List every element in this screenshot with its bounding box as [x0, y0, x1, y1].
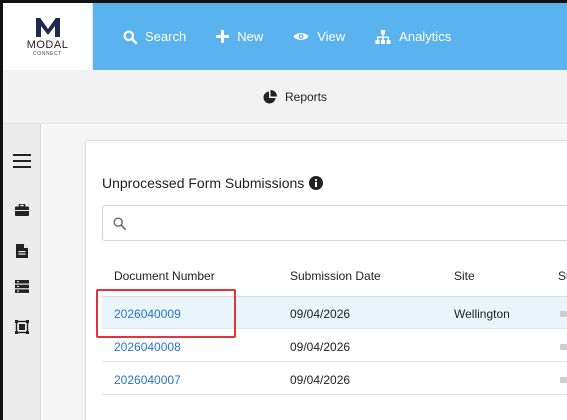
reports-label: Reports [284, 89, 328, 104]
main-nav: Search New View Analytics [93, 3, 567, 70]
sidebar-menu-toggle[interactable] [3, 154, 41, 168]
top-header: MODAL CONNECT Search New View Analytics [3, 3, 567, 70]
nav-view-label: View [317, 29, 346, 44]
document-number-link[interactable]: 2026040008 [114, 340, 181, 354]
plus-icon [216, 30, 230, 43]
table-row[interactable]: 2026040009 09/04/2026 Wellington [102, 297, 567, 329]
briefcase-icon [15, 204, 29, 216]
eye-icon [293, 33, 309, 40]
column-header-document-number[interactable]: Document Number [114, 269, 215, 283]
logo[interactable]: MODAL CONNECT [3, 3, 93, 70]
sitemap-icon [375, 29, 391, 44]
panel-title: Unprocessed Form Submissions [102, 175, 324, 191]
sub-toolbar: Reports [3, 70, 567, 124]
pie-chart-icon [263, 89, 277, 103]
frame-icon [15, 320, 29, 334]
info-icon[interactable] [309, 176, 324, 190]
document-number-link[interactable]: 2026040009 [114, 307, 181, 321]
list-icon [15, 280, 29, 293]
panel-title-text: Unprocessed Form Submissions [102, 175, 305, 191]
nav-search[interactable]: Search [123, 29, 186, 44]
column-header-submission-date[interactable]: Submission Date [290, 269, 381, 283]
modal-logo-icon [35, 17, 60, 37]
window-border-left [0, 0, 3, 420]
search-icon [113, 216, 126, 230]
redacted-submitter [560, 377, 567, 383]
submission-date: 09/04/2026 [290, 307, 351, 321]
nav-search-label: Search [145, 29, 187, 44]
left-sidebar [3, 124, 41, 420]
logo-subtitle: CONNECT [33, 51, 62, 57]
nav-new-label: New [237, 29, 264, 44]
table-row[interactable]: 2026040007 09/04/2026 [102, 363, 567, 395]
nav-analytics[interactable]: Analytics [375, 29, 451, 44]
window-border-top [0, 0, 567, 3]
sidebar-item-briefcase[interactable] [3, 204, 41, 216]
table-row[interactable]: 2026040008 09/04/2026 [102, 330, 567, 362]
main-content: Unprocessed Form Submissions Document Nu… [42, 125, 567, 420]
search-input[interactable] [134, 215, 554, 231]
hamburger-menu-icon [13, 154, 31, 168]
sidebar-item-frame[interactable] [3, 320, 41, 334]
app-window: MODAL CONNECT Search New View Analytics [0, 0, 567, 420]
document-icon [16, 244, 28, 258]
redacted-submitter [560, 311, 567, 317]
document-number-link[interactable]: 2026040007 [114, 373, 181, 387]
search-box[interactable] [102, 205, 567, 241]
site-name: Wellington [454, 307, 510, 321]
column-header-site[interactable]: Site [454, 269, 475, 283]
submissions-panel: Unprocessed Form Submissions Document Nu… [85, 140, 567, 420]
submission-date: 09/04/2026 [290, 340, 351, 354]
nav-analytics-label: Analytics [399, 29, 452, 44]
search-icon [123, 30, 137, 44]
nav-view[interactable]: View [293, 29, 345, 44]
sidebar-item-documents[interactable] [3, 244, 41, 258]
sidebar-item-list[interactable] [3, 280, 41, 293]
redacted-submitter [560, 344, 567, 350]
column-header-submitter[interactable]: Su [558, 269, 567, 283]
reports-button[interactable]: Reports [263, 89, 328, 104]
submission-date: 09/04/2026 [290, 373, 351, 387]
nav-new[interactable]: New [216, 29, 263, 44]
logo-name: MODAL [26, 39, 69, 51]
